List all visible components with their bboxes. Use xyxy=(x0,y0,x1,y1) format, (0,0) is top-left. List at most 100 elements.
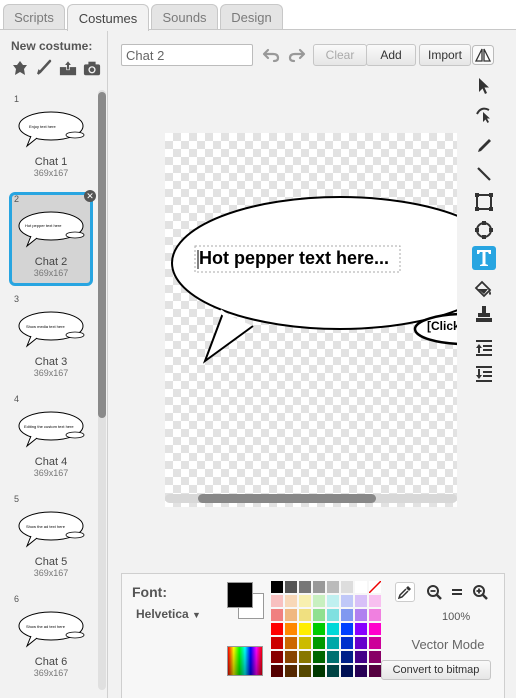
palette-swatch[interactable] xyxy=(285,623,297,635)
text-tool-icon[interactable] xyxy=(472,246,496,270)
palette-swatch[interactable] xyxy=(341,665,353,677)
palette-swatch[interactable] xyxy=(327,651,339,663)
delete-costume-icon[interactable]: ✕ xyxy=(84,190,96,202)
palette-swatch[interactable] xyxy=(285,581,297,593)
no-color-swatch[interactable] xyxy=(368,580,382,594)
costume-list-scrollbar[interactable] xyxy=(98,90,106,690)
add-button[interactable]: Add xyxy=(366,44,416,66)
costume-item[interactable]: 6 Show the ad text here Chat 6 369x167 xyxy=(9,592,93,686)
palette-swatch[interactable] xyxy=(285,595,297,607)
upload-icon[interactable] xyxy=(59,59,77,77)
tab-scripts[interactable]: Scripts xyxy=(3,4,65,30)
palette-swatch[interactable] xyxy=(299,595,311,607)
palette-swatch[interactable] xyxy=(341,581,353,593)
costume-name-input[interactable] xyxy=(121,44,253,66)
palette-swatch[interactable] xyxy=(355,665,367,677)
palette-swatch[interactable] xyxy=(327,609,339,621)
costume-item-selected[interactable]: 2 ✕ Hot pepper text here Chat 2 369x167 xyxy=(9,190,96,286)
palette-swatch[interactable] xyxy=(341,637,353,649)
reshape-icon[interactable] xyxy=(472,102,496,126)
fill-bucket-icon[interactable] xyxy=(472,278,496,302)
palette-swatch[interactable] xyxy=(299,651,311,663)
paint-brush-icon[interactable] xyxy=(35,59,53,77)
primary-color-swatch[interactable] xyxy=(227,582,253,608)
select-arrow-icon[interactable] xyxy=(472,74,496,98)
costume-item[interactable]: 4 Editing the custom text here Chat 4 36… xyxy=(9,392,93,486)
undo-icon[interactable] xyxy=(260,44,282,66)
palette-swatch[interactable] xyxy=(313,651,325,663)
palette-swatch[interactable] xyxy=(327,665,339,677)
palette-swatch[interactable] xyxy=(327,623,339,635)
tab-sounds[interactable]: Sounds xyxy=(151,4,218,30)
palette-swatch[interactable] xyxy=(313,665,325,677)
palette-swatch[interactable] xyxy=(285,609,297,621)
palette-swatch[interactable] xyxy=(369,665,381,677)
palette-swatch[interactable] xyxy=(299,637,311,649)
import-button[interactable]: Import xyxy=(419,44,471,66)
color-picker-spectrum[interactable] xyxy=(227,646,263,676)
bring-forward-icon[interactable] xyxy=(472,336,496,360)
convert-to-bitmap-button[interactable]: Convert to bitmap xyxy=(381,660,491,680)
palette-swatch[interactable] xyxy=(327,637,339,649)
ellipse-tool-icon[interactable] xyxy=(472,218,496,242)
palette-swatch[interactable] xyxy=(313,609,325,621)
palette-swatch[interactable] xyxy=(369,637,381,649)
sprite-library-icon[interactable] xyxy=(11,59,29,77)
tab-design[interactable]: Design xyxy=(220,4,283,30)
palette-swatch[interactable] xyxy=(341,623,353,635)
tab-costumes[interactable]: Costumes xyxy=(67,4,149,31)
palette-swatch[interactable] xyxy=(271,665,283,677)
stamp-icon[interactable] xyxy=(472,302,496,326)
flip-horizontal-icon[interactable] xyxy=(472,44,494,66)
palette-swatch[interactable] xyxy=(369,651,381,663)
font-select[interactable]: Helvetica ▼ xyxy=(136,607,201,621)
canvas-scroll-thumb[interactable] xyxy=(198,494,376,503)
palette-swatch[interactable] xyxy=(271,581,283,593)
rectangle-tool-icon[interactable] xyxy=(472,190,496,214)
palette-swatch[interactable] xyxy=(327,595,339,607)
palette-swatch[interactable] xyxy=(271,623,283,635)
costume-item[interactable]: 5 Show the ad text here Chat 5 369x167 xyxy=(9,492,93,586)
palette-swatch[interactable] xyxy=(299,623,311,635)
palette-swatch[interactable] xyxy=(271,595,283,607)
palette-swatch[interactable] xyxy=(271,637,283,649)
zoom-in-icon[interactable] xyxy=(470,582,490,602)
camera-icon[interactable] xyxy=(83,59,101,77)
pencil-icon[interactable] xyxy=(472,134,496,158)
palette-swatch[interactable] xyxy=(341,609,353,621)
costume-item[interactable]: 3 Show media text here Chat 3 369x167 xyxy=(9,292,93,386)
palette-swatch[interactable] xyxy=(313,623,325,635)
zoom-reset-icon[interactable] xyxy=(447,582,467,602)
palette-swatch[interactable] xyxy=(299,609,311,621)
zoom-out-icon[interactable] xyxy=(424,582,444,602)
palette-swatch[interactable] xyxy=(285,651,297,663)
costume-item[interactable]: 1 Enjoy text here Chat 1 369x167 xyxy=(9,92,93,186)
canvas-horizontal-scrollbar[interactable] xyxy=(165,494,457,503)
palette-swatch[interactable] xyxy=(327,581,339,593)
eyedropper-icon[interactable] xyxy=(395,582,415,602)
palette-swatch[interactable] xyxy=(369,609,381,621)
palette-swatch[interactable] xyxy=(271,609,283,621)
palette-swatch[interactable] xyxy=(355,623,367,635)
palette-swatch[interactable] xyxy=(299,665,311,677)
line-tool-icon[interactable] xyxy=(472,162,496,186)
palette-swatch[interactable] xyxy=(313,581,325,593)
palette-swatch[interactable] xyxy=(355,651,367,663)
palette-swatch[interactable] xyxy=(299,581,311,593)
palette-swatch[interactable] xyxy=(355,637,367,649)
palette-swatch[interactable] xyxy=(313,637,325,649)
palette-swatch[interactable] xyxy=(355,595,367,607)
redo-icon[interactable] xyxy=(286,44,308,66)
palette-swatch[interactable] xyxy=(285,665,297,677)
palette-swatch[interactable] xyxy=(271,651,283,663)
palette-swatch[interactable] xyxy=(285,637,297,649)
palette-swatch[interactable] xyxy=(369,623,381,635)
palette-swatch[interactable] xyxy=(355,609,367,621)
palette-swatch[interactable] xyxy=(313,595,325,607)
drawing-canvas[interactable]: Hot pepper text here... [Click xyxy=(165,133,457,507)
palette-swatch[interactable] xyxy=(341,651,353,663)
canvas-text[interactable]: Hot pepper text here... xyxy=(199,248,389,269)
palette-swatch[interactable] xyxy=(355,581,367,593)
clear-button[interactable]: Clear xyxy=(313,44,367,66)
costume-list-scroll-thumb[interactable] xyxy=(98,92,106,418)
